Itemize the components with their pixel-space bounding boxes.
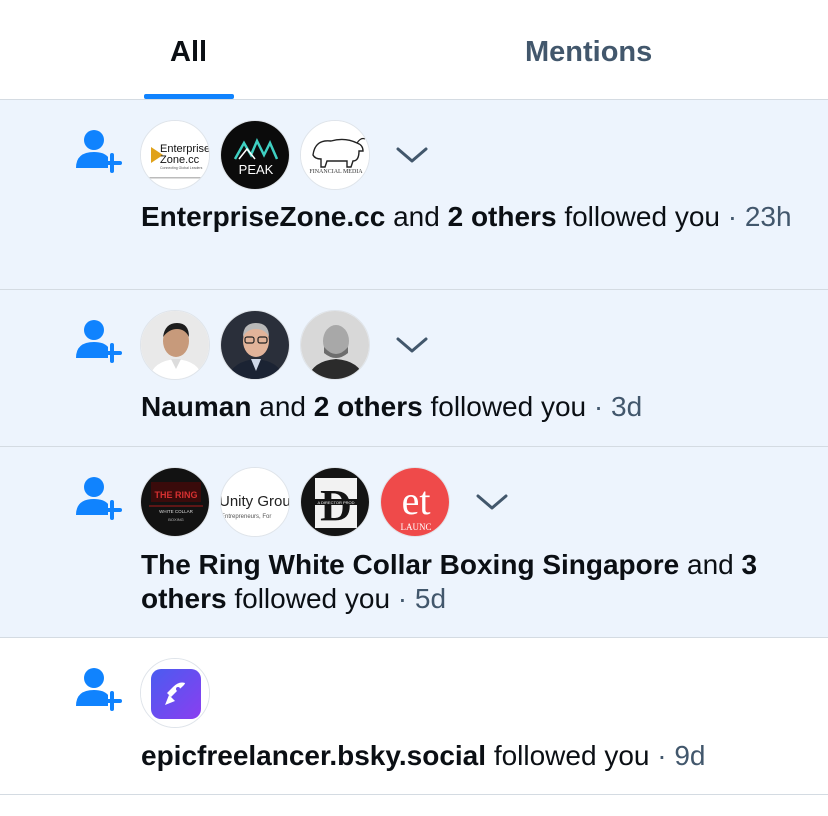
notification-text: Nauman and 2 others followed you · 3d (141, 390, 798, 424)
svg-text:A DIRECTOR PROD: A DIRECTOR PROD (317, 500, 354, 505)
actor-name[interactable]: The Ring White Collar Boxing Singapore (141, 549, 679, 580)
avatar[interactable]: et LAUNC (380, 467, 450, 537)
avatar-stack: Enterprise Zone.cc Connecting Global Lea… (140, 120, 434, 190)
notification-text: EnterpriseZone.cc and 2 others followed … (141, 200, 798, 234)
notification-text: epicfreelancer.bsky.social followed you … (141, 739, 798, 773)
svg-text:LAUNC: LAUNC (401, 522, 432, 532)
svg-text:BOXING: BOXING (168, 517, 184, 522)
svg-text:FINANCIAL MEDIA: FINANCIAL MEDIA (309, 169, 363, 175)
timestamp: · 9d (657, 740, 706, 771)
person-add-icon (76, 477, 122, 520)
joiner-text: and (687, 549, 734, 580)
svg-text:WHITE COLLAR: WHITE COLLAR (159, 509, 194, 514)
avatar[interactable] (140, 310, 210, 380)
financial-media-logo-icon: FINANCIAL MEDIA (301, 121, 369, 189)
notification-item[interactable]: Nauman and 2 others followed you · 3d (0, 290, 828, 447)
person-add-icon (76, 130, 122, 173)
avatar[interactable]: THE RING WHITE COLLAR BOXING (140, 467, 210, 537)
svg-text:et: et (402, 478, 431, 523)
avatar[interactable] (220, 310, 290, 380)
joiner-text: and (393, 201, 440, 232)
chevron-down-icon (396, 147, 428, 163)
svg-text:PEAK: PEAK (239, 162, 274, 177)
actor-name[interactable]: EnterpriseZone.cc (141, 201, 385, 232)
actor-name[interactable]: Nauman (141, 391, 251, 422)
notification-item[interactable]: Enterprise Zone.cc Connecting Global Lea… (0, 100, 828, 290)
the-ring-logo-icon: THE RING WHITE COLLAR BOXING (141, 468, 209, 536)
action-text: followed you (564, 201, 720, 232)
unity-group-logo-icon: Unity Grou Entrepreneurs, For (221, 468, 290, 536)
et-launch-logo-icon: et LAUNC (381, 468, 449, 536)
action-text: followed you (493, 740, 650, 771)
avatar-stack (140, 658, 210, 728)
actor-name[interactable]: epicfreelancer.bsky.social (141, 740, 486, 771)
svg-text:Connecting Global Leaders: Connecting Global Leaders (160, 166, 203, 170)
person-add-icon (76, 668, 122, 711)
d-logo-icon: D A DIRECTOR PROD (301, 468, 369, 536)
expand-chevron[interactable] (390, 323, 434, 367)
tab-mentions-label: Mentions (525, 36, 653, 68)
rocket-app-icon (141, 659, 209, 727)
avatar-stack: THE RING WHITE COLLAR BOXING Unity Grou … (140, 467, 514, 537)
notification-item[interactable]: THE RING WHITE COLLAR BOXING Unity Grou … (0, 447, 828, 638)
notification-item[interactable]: epicfreelancer.bsky.social followed you … (0, 638, 828, 795)
avatar-stack (140, 310, 434, 380)
enterprisezone-logo-icon: Enterprise Zone.cc Connecting Global Lea… (141, 121, 209, 189)
joiner-text: and (259, 391, 306, 422)
svg-text:Unity Grou: Unity Grou (221, 493, 290, 510)
action-text: followed you (234, 583, 391, 614)
tab-all[interactable]: All (130, 0, 250, 100)
chevron-down-icon (476, 494, 508, 510)
svg-text:Zone.cc: Zone.cc (160, 154, 200, 166)
avatar[interactable]: D A DIRECTOR PROD (300, 467, 370, 537)
person-photo-icon (141, 311, 209, 379)
expand-chevron[interactable] (390, 133, 434, 177)
svg-text:THE RING: THE RING (154, 490, 197, 500)
active-tab-indicator (144, 94, 234, 99)
tab-all-label: All (170, 36, 208, 68)
avatar[interactable]: Unity Grou Entrepreneurs, For (220, 467, 290, 537)
svg-text:Entrepreneurs, For: Entrepreneurs, For (221, 514, 271, 520)
person-add-icon (76, 320, 122, 363)
notification-tabs: All Mentions (0, 0, 828, 100)
svg-text:D: D (320, 481, 352, 530)
action-text: followed you (430, 391, 587, 422)
notification-text: The Ring White Collar Boxing Singapore a… (141, 548, 798, 616)
timestamp: · 3d (593, 391, 643, 422)
tab-mentions[interactable]: Mentions (505, 0, 685, 100)
person-photo-icon (301, 311, 369, 379)
avatar[interactable] (140, 658, 210, 728)
avatar[interactable]: Enterprise Zone.cc Connecting Global Lea… (140, 120, 210, 190)
timestamp: · 5d (397, 583, 447, 614)
avatar[interactable] (300, 310, 370, 380)
chevron-down-icon (396, 337, 428, 353)
avatar[interactable]: PEAK (220, 120, 290, 190)
others-count: 2 others (313, 391, 423, 422)
person-photo-icon (221, 311, 289, 379)
peak-logo-icon: PEAK (221, 121, 289, 189)
timestamp: · 23h (727, 201, 792, 232)
expand-chevron[interactable] (470, 480, 514, 524)
avatar[interactable]: FINANCIAL MEDIA (300, 120, 370, 190)
others-count: 2 others (447, 201, 557, 232)
notification-item-partial[interactable] (0, 795, 828, 816)
